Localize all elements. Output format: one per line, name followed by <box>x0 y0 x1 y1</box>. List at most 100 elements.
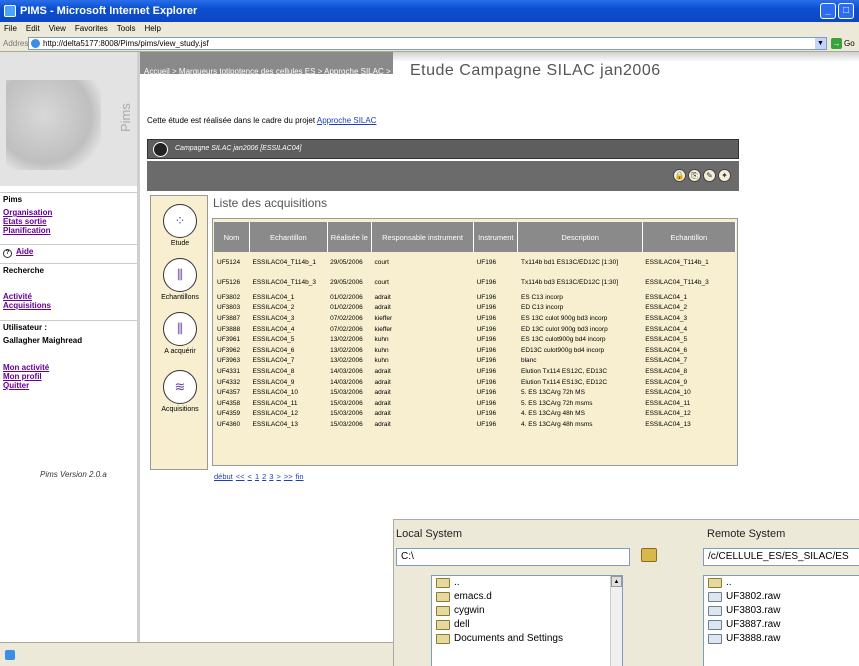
go-button[interactable]: → Go <box>831 37 859 50</box>
table-row[interactable]: UF3802 ESSILAC04_1 01/02/2006 adrait UF196 ES… <box>214 292 736 303</box>
file-icon <box>708 620 722 630</box>
maximize-button[interactable]: □ <box>838 3 854 19</box>
table-cell: UF3962 <box>217 346 241 354</box>
table-row[interactable]: UF3803 ESSILAC04_2 01/02/2006 adrait UF196 ED… <box>214 303 736 314</box>
column-header[interactable]: Description <box>517 222 643 252</box>
table-cell: kieffer <box>374 325 393 333</box>
table-cell: UF3803 <box>217 304 241 312</box>
menu-item-help[interactable]: Help <box>144 24 160 33</box>
local-file-list: ▲ .. emacs.d cygwin dell Documents and Setti… <box>431 575 623 666</box>
table-row[interactable]: UF3961 ESSILAC04_5 13/02/2006 kuhn UF196 ES 1… <box>214 334 736 345</box>
table-row[interactable]: UF4357 ESSILAC04_10 15/03/2006 adrait UF196 5… <box>214 387 736 398</box>
file-list-item[interactable]: .. <box>432 576 622 590</box>
nav-a-acquerir[interactable]: ⫼ A acquérir <box>151 312 209 355</box>
sidebar-link-planification[interactable]: Planification <box>3 226 51 235</box>
table-cell: ESSILAC04_4 <box>252 325 295 333</box>
table-row[interactable]: UF4359 ESSILAC04_12 15/03/2006 adrait UF196 4… <box>214 409 736 420</box>
pager-link[interactable]: 2 <box>262 472 266 481</box>
table-row[interactable]: UF3887 ESSILAC04_3 07/02/2006 kieffer UF196 E… <box>214 313 736 324</box>
table-cell: UF196 <box>476 278 497 286</box>
menu-item-favorites[interactable]: Favorites <box>75 24 108 33</box>
breadcrumb-project[interactable]: Marqueurs totipotence des cellules ES <box>179 67 316 76</box>
pager-link[interactable]: fin <box>296 472 304 481</box>
table-cell: 14/03/2006 <box>330 367 363 375</box>
pager-link[interactable]: 3 <box>269 472 273 481</box>
local-folder-icon[interactable] <box>641 548 657 562</box>
nav-etude-label: Etude <box>170 240 190 247</box>
column-header[interactable]: Instrument <box>473 222 519 252</box>
sidebar-link-activite[interactable]: Activité <box>3 292 32 301</box>
pager-link[interactable]: > <box>276 472 280 481</box>
intro-text: Cette étude est réalisée dans le cadre d… <box>147 116 376 125</box>
table-row[interactable]: UF3962 ESSILAC04_6 13/02/2006 kuhn UF196 ED13… <box>214 345 736 356</box>
table-row[interactable]: UF3888 ESSILAC04_4 07/02/2006 kieffer UF196 E… <box>214 324 736 335</box>
nav-acquisitions[interactable]: ≋ Acquisitions <box>151 370 209 413</box>
sidebar-link-etats-sortie[interactable]: Etats sortie <box>3 217 47 226</box>
table-row[interactable]: UF5124 ESSILAC04_T114b_1 29/05/2006 court UF… <box>214 252 736 272</box>
sidebar-link-quitter[interactable]: Quitter <box>3 381 29 390</box>
address-input[interactable]: http://delta5177:8008/Pims/pims/view_stu… <box>28 37 827 50</box>
table-row[interactable]: UF3963 ESSILAC04_7 13/02/2006 kuhn UF196 blan… <box>214 356 736 367</box>
column-header[interactable]: Echantillon <box>642 222 737 252</box>
project-link[interactable]: Approche SILAC <box>317 116 377 125</box>
copy-icon[interactable]: ⎘ <box>688 169 701 182</box>
lock-icon[interactable]: 🔒 <box>673 169 686 182</box>
table-row[interactable]: UF4360 ESSILAC04_13 15/03/2006 adrait UF196 4… <box>214 419 736 430</box>
file-list-item[interactable]: UF3888.raw <box>704 632 859 646</box>
sidebar-link-mon-activite[interactable]: Mon activité <box>3 363 49 372</box>
file-list-item[interactable]: UF3887.raw <box>704 618 859 632</box>
menu-item-file[interactable]: File <box>4 24 17 33</box>
sidebar-link-acquisitions[interactable]: Acquisitions <box>3 301 51 310</box>
bulb-icon[interactable]: ✦ <box>718 169 731 182</box>
table-cell: UF3961 <box>217 336 241 344</box>
column-header[interactable]: Nom <box>214 222 250 252</box>
pager-link[interactable]: >> <box>284 472 293 481</box>
table-cell: Tx114b bd1 ES13C/ED12C [1:30] <box>520 258 619 266</box>
menu-item-view[interactable]: View <box>49 24 66 33</box>
nav-echantillons[interactable]: ⫼ Echantillons <box>151 258 209 301</box>
menu-item-tools[interactable]: Tools <box>117 24 136 33</box>
file-list-item[interactable]: dell <box>432 618 622 632</box>
table-cell: UF3888 <box>217 325 241 333</box>
help-icon: ? <box>3 249 12 258</box>
file-list-item[interactable]: emacs.d <box>432 590 622 604</box>
table-row[interactable]: UF4358 ESSILAC04_11 15/03/2006 adrait UF196 5… <box>214 398 736 409</box>
file-list-item[interactable]: Documents and Settings <box>432 632 622 646</box>
edit-icon[interactable]: ✎ <box>703 169 716 182</box>
pager-link[interactable]: < <box>248 472 252 481</box>
table-cell: ESSILAC04_7 <box>252 357 295 365</box>
banner-graphic <box>6 80 101 170</box>
table-row[interactable]: UF5126 ESSILAC04_T114b_3 29/05/2006 court UF… <box>214 272 736 292</box>
file-list-item[interactable]: cygwin <box>432 604 622 618</box>
table-cell: 13/02/2006 <box>330 357 363 365</box>
breadcrumb-home[interactable]: Accueil <box>144 67 170 76</box>
address-dropdown-icon[interactable]: ▼ <box>815 38 826 49</box>
sidebar-link-organisation[interactable]: Organisation <box>3 208 52 217</box>
table-cell: ESSILAC04_13 <box>645 420 691 428</box>
column-header[interactable]: Réalisée le <box>327 222 373 252</box>
pager-link[interactable]: début <box>214 472 233 481</box>
file-list-item[interactable]: UF3803.raw <box>704 604 859 618</box>
breadcrumb-approach[interactable]: Approche SILAC <box>324 67 384 76</box>
table-row[interactable]: UF4331 ESSILAC04_8 14/03/2006 adrait UF196 El… <box>214 366 736 377</box>
table-cell: UF4359 <box>217 410 241 418</box>
file-icon <box>708 592 722 602</box>
file-list-item[interactable]: UF3802.raw <box>704 590 859 604</box>
pager-link[interactable]: << <box>236 472 245 481</box>
table-cell: 07/02/2006 <box>330 314 363 322</box>
menu-item-edit[interactable]: Edit <box>26 24 40 33</box>
column-header[interactable]: Echantillon <box>249 222 328 252</box>
local-path-input[interactable]: C:\ <box>396 548 630 566</box>
sidebar-link-mon-profil[interactable]: Mon profil <box>3 372 42 381</box>
pager-link[interactable]: 1 <box>255 472 259 481</box>
nav-acquisitions-label: Acquisitions <box>161 406 199 413</box>
file-list-item[interactable]: .. <box>704 576 859 590</box>
remote-path-input[interactable]: /c/CELLULE_ES/ES_SILAC/ES <box>703 548 859 566</box>
minimize-button[interactable]: _ <box>820 3 836 19</box>
table-row[interactable]: UF4332 ESSILAC04_9 14/03/2006 adrait UF196 El… <box>214 377 736 388</box>
go-arrow-icon: → <box>831 38 842 49</box>
help-link[interactable]: Aide <box>16 247 33 256</box>
column-header[interactable]: Responsable instrument <box>371 222 475 252</box>
nav-etude[interactable]: ⁘ Etude <box>151 204 209 247</box>
file-name: Documents and Settings <box>454 633 563 644</box>
